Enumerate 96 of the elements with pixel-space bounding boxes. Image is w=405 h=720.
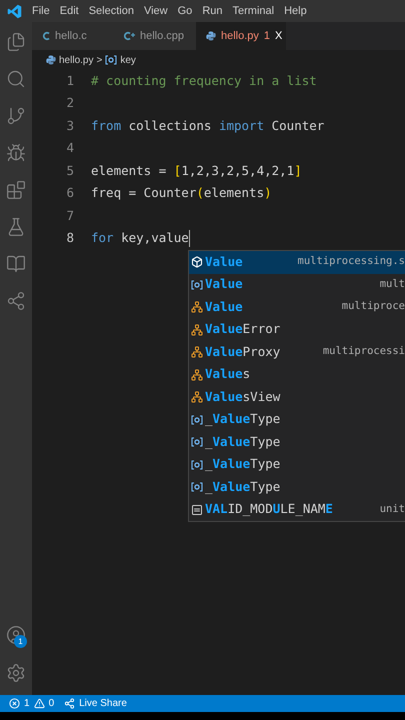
menu-item[interactable]: Go: [178, 2, 192, 20]
c-file-icon: [42, 31, 50, 41]
tab-label: hello.c: [55, 28, 87, 44]
line-number: 4: [65, 139, 74, 158]
menu-item[interactable]: View: [144, 2, 168, 20]
suggestion-item[interactable]: ValuesView: [189, 386, 405, 408]
variable-icon: [191, 437, 203, 448]
editor-tab[interactable]: hello.py 1 X: [196, 22, 286, 50]
class-icon: [191, 301, 203, 314]
suggestion-detail: multiproce: [342, 299, 405, 314]
error-count[interactable]: 1: [24, 696, 30, 711]
suggestion-label: Value: [205, 298, 243, 316]
code-line: freq = Counter(elements): [91, 184, 272, 202]
class-icon: [191, 368, 203, 381]
suggestion-label: _ValueType: [205, 478, 280, 496]
warning-count[interactable]: 0: [48, 696, 54, 711]
code-line: # counting frequency in a list: [91, 72, 317, 90]
suggestion-item[interactable]: Value multiprocessing.s: [189, 251, 405, 274]
python-icon: [46, 55, 56, 65]
suggestion-item[interactable]: ValueError: [189, 318, 405, 341]
line-number: 2: [65, 94, 74, 112]
tab-label: hello.cpp: [140, 28, 184, 44]
problem-count: 1: [264, 28, 270, 44]
breadcrumb-item[interactable]: hello.py: [59, 52, 94, 68]
logo-icon: [7, 4, 22, 18]
variable-icon: [191, 460, 203, 470]
files-icon[interactable]: [6, 32, 26, 52]
share-icon[interactable]: [64, 698, 76, 709]
variable-icon: [191, 482, 203, 492]
code-line: elements = [1,2,3,2,5,4,2,1]: [91, 162, 302, 180]
line-number: 7: [65, 206, 74, 225]
suggestion-detail: mult: [380, 276, 405, 292]
menu-item[interactable]: File: [32, 2, 50, 20]
suggestion-label: Value: [205, 252, 243, 271]
suggestion-detail: multiprocessing.s: [298, 254, 405, 270]
line-number: 1: [65, 72, 74, 90]
suggestion-item[interactable]: Values: [189, 364, 405, 386]
suggestion-item[interactable]: _ValueType: [189, 454, 405, 476]
suggestion-label: Value: [205, 275, 243, 294]
search-icon[interactable]: [6, 69, 26, 89]
variable-icon: [191, 414, 203, 425]
menu-item[interactable]: Run: [202, 2, 222, 20]
class-icon: [191, 391, 203, 404]
editor-tab[interactable]: hello.cpp: [114, 22, 196, 50]
suggestion-item[interactable]: Value mult: [189, 274, 405, 296]
cube-icon: [191, 256, 203, 268]
suggestion-item[interactable]: _ValueType: [189, 408, 405, 431]
suggestion-label: _ValueType: [205, 455, 280, 474]
editor-tab[interactable]: hello.c: [32, 22, 114, 50]
suggestion-item[interactable]: _ValueType: [189, 476, 405, 498]
account-icon[interactable]: [6, 625, 26, 645]
live-share-button[interactable]: Live Share: [79, 696, 127, 711]
breadcrumb-item[interactable]: key: [120, 52, 136, 68]
class-icon: [191, 346, 203, 358]
suggestion-detail: multiprocessi: [322, 344, 405, 360]
menu-item[interactable]: Selection: [88, 2, 134, 20]
suggestion-label: ValueError: [205, 320, 280, 338]
suggestion-item[interactable]: ValueProxy multiprocessi: [189, 341, 405, 364]
error-icon[interactable]: [9, 698, 20, 709]
blocks-icon[interactable]: [6, 180, 26, 200]
bug-icon[interactable]: [6, 143, 26, 163]
suggestion-item[interactable]: VALID_MODULE_NAME unit: [189, 498, 405, 521]
line-number: 8: [65, 229, 74, 248]
suggestion-label: ValueProxy: [205, 342, 280, 361]
variable-icon: [105, 55, 118, 65]
suggestion-detail: unit: [380, 502, 405, 517]
suggestion-label: _ValueType: [205, 410, 280, 428]
menu-item[interactable]: Help: [284, 2, 307, 20]
suggestion-label: Values: [205, 365, 250, 384]
python-icon: [206, 31, 216, 41]
code-line: for key,value: [91, 229, 189, 248]
line-number: 5: [65, 162, 74, 180]
line-number: 3: [65, 116, 74, 135]
branch-icon[interactable]: [6, 106, 26, 126]
class-icon: [191, 324, 203, 336]
code-line: from collections import Counter: [91, 116, 324, 135]
breadcrumb-separator: >: [96, 54, 102, 68]
suggestion-label: _ValueType: [205, 432, 280, 451]
variable-icon: [191, 280, 203, 290]
book-icon[interactable]: [6, 254, 26, 274]
warning-icon[interactable]: [34, 698, 45, 709]
suggestion-label: ValuesView: [205, 388, 280, 406]
menu-item[interactable]: Terminal: [232, 2, 274, 20]
cpp-file-icon: [124, 31, 135, 41]
suggestion-item[interactable]: Value multiproce: [189, 296, 405, 318]
menu-item[interactable]: Edit: [60, 2, 79, 20]
suggestion-item[interactable]: _ValueType: [189, 431, 405, 454]
tab-label: hello.py: [221, 28, 259, 44]
line-number: 6: [65, 184, 74, 202]
share-icon[interactable]: [6, 291, 26, 311]
settings-icon[interactable]: [6, 663, 26, 683]
notification-badge: 1: [14, 635, 27, 648]
close-button[interactable]: X: [275, 28, 282, 44]
constant-icon: [191, 504, 203, 516]
suggestion-label: VALID_MODULE_NAME: [205, 500, 333, 518]
flask-icon[interactable]: [6, 217, 26, 237]
